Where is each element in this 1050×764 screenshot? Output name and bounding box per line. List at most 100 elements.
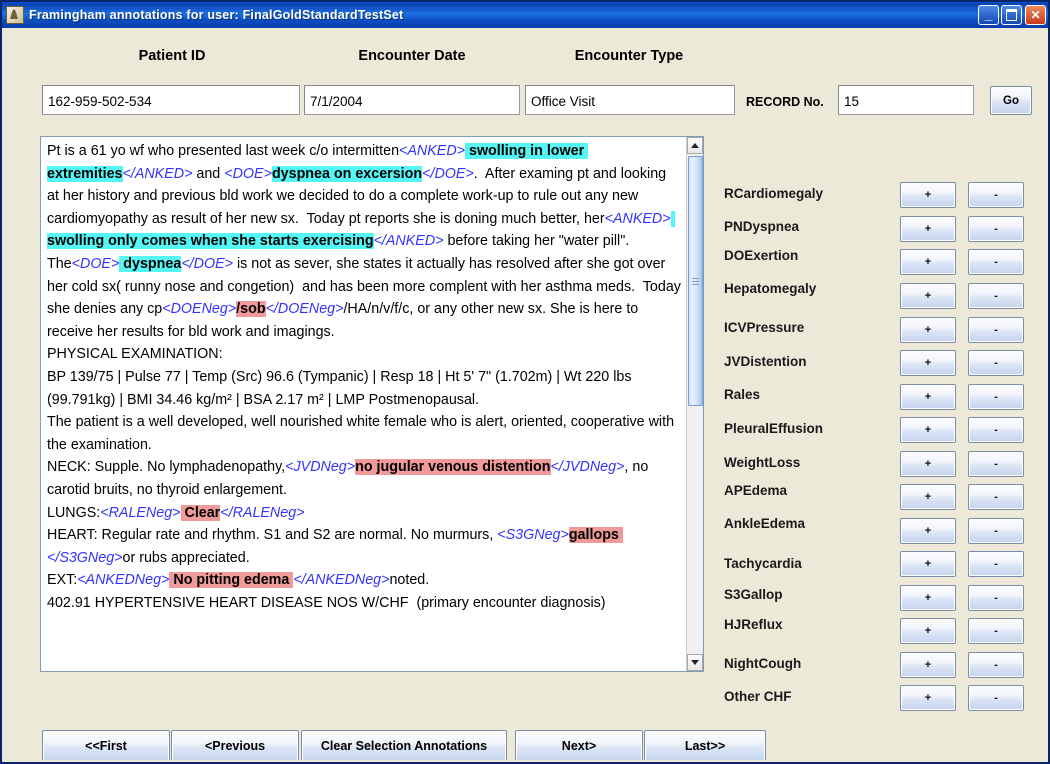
note-plain-text: Pt is a 61 yo wf who presented last week… — [47, 143, 400, 159]
remove-rales-button[interactable]: - — [968, 384, 1024, 410]
note-xml-tag: <RALENeg> — [100, 504, 181, 521]
close-button[interactable]: ✕ — [1025, 5, 1046, 25]
remove-hjreflux-button[interactable]: - — [968, 618, 1024, 644]
next-button[interactable]: Next> — [515, 730, 643, 760]
note-xml-tag: </ANKEDNeg> — [293, 572, 390, 589]
add-other-chf-button[interactable]: + — [900, 685, 956, 711]
annotation-label-ankleedema: AnkleEdema — [724, 516, 806, 531]
minus-icon: - — [994, 691, 998, 704]
minus-icon: - — [994, 557, 998, 570]
add-rcardiomegaly-button[interactable]: + — [900, 182, 956, 208]
patient-id-label: Patient ID — [138, 48, 206, 64]
remove-weightloss-button[interactable]: - — [968, 451, 1024, 477]
minus-icon: - — [994, 390, 998, 403]
previous-button-label: <Previous — [204, 739, 266, 753]
minimize-button[interactable]: _ — [978, 5, 999, 25]
note-plain-text: HEART: Regular rate and rhythm. S1 and S… — [47, 527, 494, 544]
minus-icon: - — [994, 457, 998, 470]
first-button[interactable]: <<First — [42, 730, 170, 760]
close-icon: ✕ — [1030, 8, 1041, 22]
annotation-panel: RCardiomegaly + - PNDyspnea + - DOExertion + - He… — [710, 136, 1030, 711]
note-vertical-scrollbar[interactable] — [686, 137, 703, 671]
annotation-label-nightcough: NightCough — [724, 656, 802, 671]
clear-selection-annotations-button[interactable]: Clear Selection Annotations — [301, 730, 507, 760]
add-weightloss-button[interactable]: + — [900, 451, 956, 477]
remove-pndyspnea-button[interactable]: - — [968, 216, 1024, 242]
scroll-up-arrow[interactable] — [687, 137, 703, 154]
minus-icon: - — [994, 591, 998, 604]
scrollbar-thumb[interactable] — [688, 156, 703, 406]
note-highlight-negated: Clear — [180, 504, 221, 521]
note-xml-tag: </DOENeg> — [265, 301, 344, 318]
remove-nightcough-button[interactable]: - — [968, 652, 1024, 678]
add-apedema-button[interactable]: + — [900, 484, 956, 510]
remove-doexertion-button[interactable]: - — [968, 249, 1024, 275]
add-s3gallop-button[interactable]: + — [900, 585, 956, 611]
remove-other-chf-button[interactable]: - — [968, 685, 1024, 711]
clinical-note-text[interactable]: Pt is a 61 yo wf who presented last week… — [41, 137, 685, 671]
remove-apedema-button[interactable]: - — [968, 484, 1024, 510]
add-nightcough-button[interactable]: + — [900, 652, 956, 678]
clinical-note-pane[interactable]: Pt is a 61 yo wf who presented last week… — [40, 136, 704, 672]
minus-icon: - — [994, 255, 998, 268]
form-label-row: Patient ID Encounter Date Encounter Type — [4, 48, 1046, 70]
annotation-label-doexertion: DOExertion — [724, 248, 799, 263]
last-button-label: Last>> — [684, 739, 726, 753]
patient-id-input[interactable] — [42, 85, 300, 115]
remove-jvdistention-button[interactable]: - — [968, 350, 1024, 376]
minus-icon: - — [994, 624, 998, 637]
annotation-label-tachycardia: Tachycardia — [724, 556, 802, 571]
title-bar: Framingham annotations for user: FinalGo… — [2, 2, 1048, 28]
last-button[interactable]: Last>> — [644, 730, 766, 760]
annotation-label-pleuraleffusion: PleuralEffusion — [724, 421, 824, 436]
note-xml-tag: </RALENeg> — [220, 504, 305, 521]
remove-rcardiomegaly-button[interactable]: - — [968, 182, 1024, 208]
previous-button[interactable]: <Previous — [171, 730, 299, 760]
add-hepatomegaly-button[interactable]: + — [900, 283, 956, 309]
add-rales-button[interactable]: + — [900, 384, 956, 410]
note-highlight-positive: dyspnea — [119, 255, 182, 272]
add-doexertion-button[interactable]: + — [900, 249, 956, 275]
remove-tachycardia-button[interactable]: - — [968, 551, 1024, 577]
remove-s3gallop-button[interactable]: - — [968, 585, 1024, 611]
add-hjreflux-button[interactable]: + — [900, 618, 956, 644]
add-icvpressure-button[interactable]: + — [900, 317, 956, 343]
scrollbar-grip — [692, 278, 699, 285]
plus-icon: + — [924, 691, 932, 704]
encounter-date-label: Encounter Date — [358, 48, 466, 64]
note-xml-tag: <ANKED> — [604, 210, 671, 227]
note-highlight-negated: no jugular venous distention — [355, 459, 551, 476]
minus-icon: - — [994, 222, 998, 235]
remove-hepatomegaly-button[interactable]: - — [968, 283, 1024, 309]
annotation-label-other-chf: Other CHF — [724, 689, 792, 704]
add-ankleedema-button[interactable]: + — [900, 518, 956, 544]
go-button-label: Go — [1003, 94, 1019, 107]
go-button[interactable]: Go — [990, 86, 1032, 115]
client-area: Patient ID Encounter Date Encounter Type… — [4, 30, 1046, 760]
annotation-label-hjreflux: HJReflux — [724, 617, 783, 632]
minus-icon: - — [994, 658, 998, 671]
record-number-input[interactable] — [838, 85, 974, 115]
add-pleuraleffusion-button[interactable]: + — [900, 417, 956, 443]
maximize-button[interactable] — [1001, 5, 1022, 25]
add-pndyspnea-button[interactable]: + — [900, 216, 956, 242]
note-xml-tag: </JVDNeg> — [550, 459, 625, 476]
note-xml-tag: <DOE> — [71, 255, 120, 272]
annotation-label-apedema: APEdema — [724, 483, 788, 498]
note-xml-tag: </ANKED> — [122, 165, 193, 182]
remove-icvpressure-button[interactable]: - — [968, 317, 1024, 343]
encounter-date-input[interactable] — [304, 85, 520, 115]
annotation-label-rales: Rales — [724, 387, 761, 402]
encounter-type-input[interactable] — [525, 85, 735, 115]
plus-icon: + — [924, 624, 932, 637]
remove-pleuraleffusion-button[interactable]: - — [968, 417, 1024, 443]
scroll-down-arrow[interactable] — [687, 654, 703, 671]
add-jvdistention-button[interactable]: + — [900, 350, 956, 376]
app-icon — [6, 6, 24, 24]
minus-icon: - — [994, 524, 998, 537]
annotation-label-pndyspnea: PNDyspnea — [724, 219, 800, 234]
minus-icon: - — [994, 289, 998, 302]
remove-ankleedema-button[interactable]: - — [968, 518, 1024, 544]
navigation-bar: <<First <Previous Clear Selection Annota… — [4, 730, 1046, 760]
add-tachycardia-button[interactable]: + — [900, 551, 956, 577]
